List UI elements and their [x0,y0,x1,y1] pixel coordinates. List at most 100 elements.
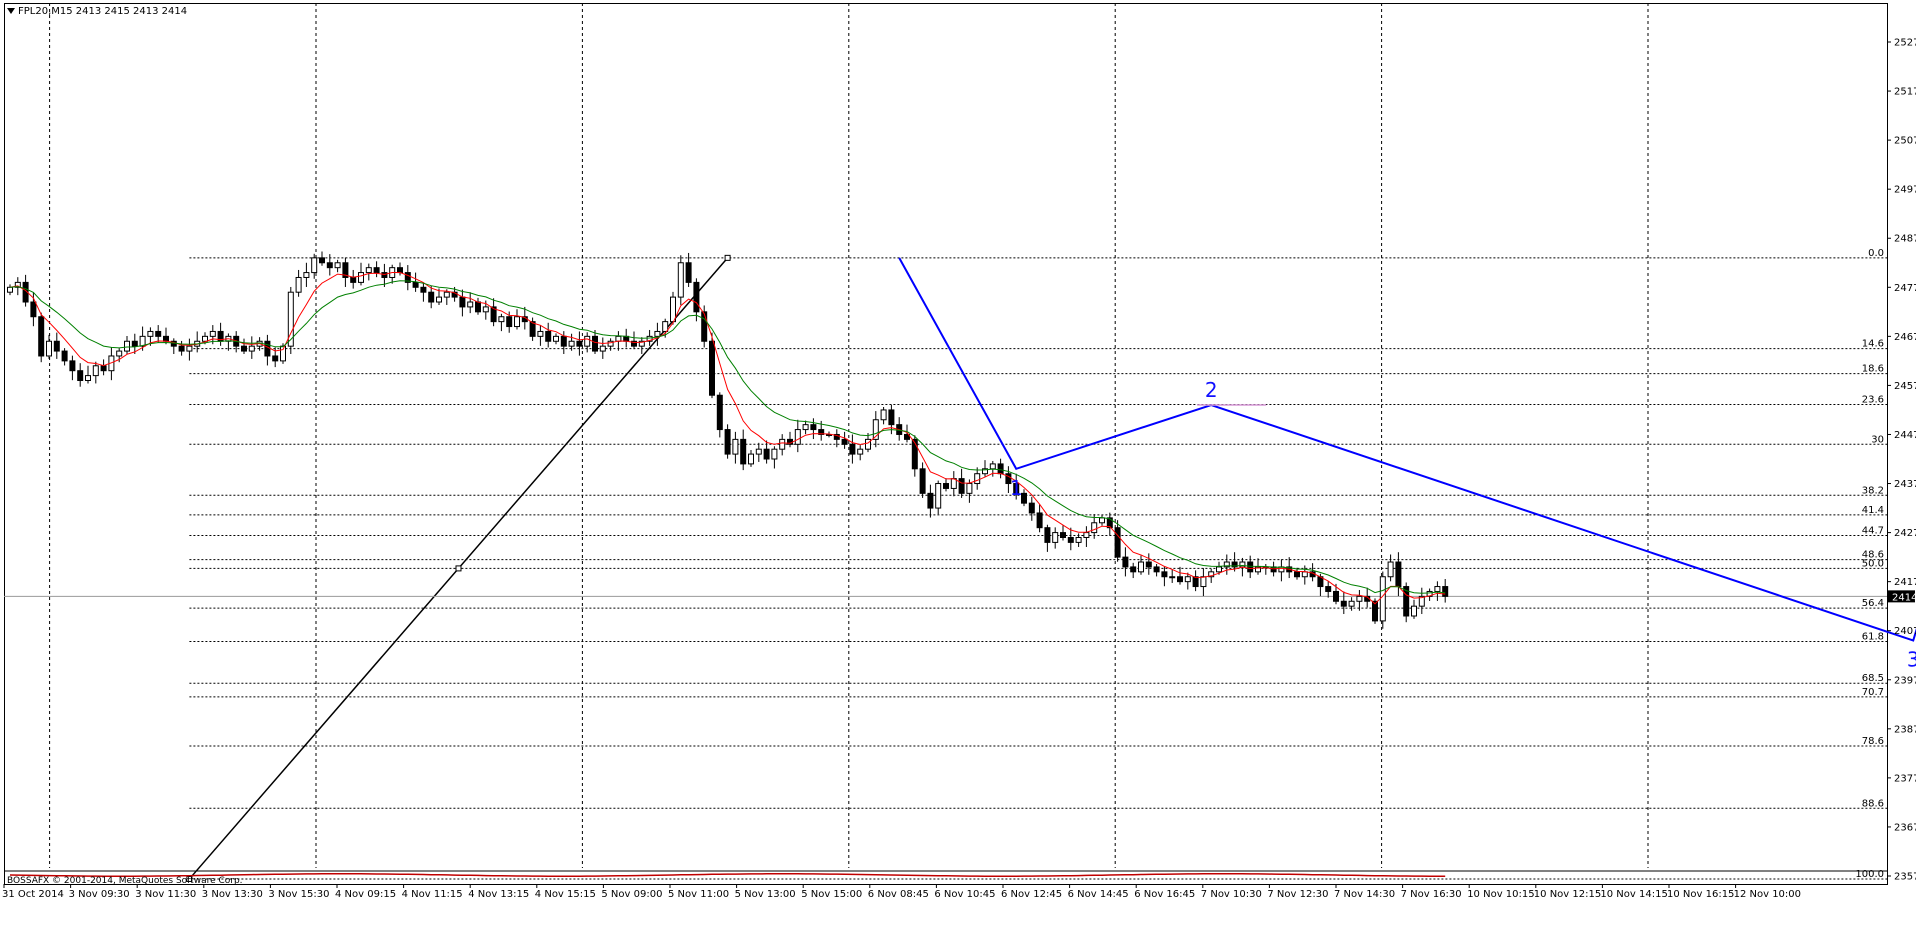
candle-body [724,429,731,455]
candle-body [116,350,123,357]
candle-body [716,394,723,431]
fib-level-label: 0.0 [1868,248,1884,259]
candle-body [1130,566,1137,573]
fib-level-label: 61.8 [1862,631,1884,642]
candle-body [264,340,271,357]
candle-body [1075,536,1082,543]
candle-body [514,316,520,328]
candle-body [958,478,965,494]
price-axis-label: 2497 [1894,185,1916,196]
candle-body [802,424,809,431]
time-axis-label: 5 Nov 13:00 [735,889,796,900]
fib-level-label: 50.0 [1862,558,1884,569]
candle-body [779,438,786,450]
fib-anchor-handle[interactable] [724,254,731,261]
candle-body [506,316,513,328]
candle-body [459,296,466,308]
candle-body [1239,561,1246,568]
time-axis-label: 12 Nov 10:00 [1734,889,1801,900]
fib-anchor-handle[interactable] [455,565,462,572]
candle-body [701,311,708,342]
candle-body [1145,561,1152,568]
candle-body [1060,532,1066,538]
time-axis-label: 10 Nov 12:15 [1534,889,1601,900]
candle-body [397,267,403,274]
time-axis-label: 6 Nov 12:45 [1001,889,1062,900]
candle-body [280,345,286,362]
candle-body [935,483,942,509]
candle-body [373,267,380,274]
candle-body [810,424,817,431]
candle-body [1348,600,1355,607]
candle-body [1395,561,1402,588]
time-axis-label: 3 Nov 11:30 [135,889,196,900]
candle-body [974,473,981,485]
candle-body [124,340,130,352]
candle-body [38,316,45,357]
candle-body [1294,571,1300,578]
candle-body [1434,586,1441,592]
fib-level-label: 38.2 [1862,485,1884,496]
candle-body [1192,576,1199,588]
price-axis-label: 2417 [1894,577,1916,588]
time-axis-label: 7 Nov 16:30 [1401,889,1462,900]
time-axis-label: 10 Nov 10:15 [1467,889,1534,900]
candle-body [599,345,606,352]
chart-background [0,0,1916,926]
candle-body [1340,600,1347,607]
time-axis-label: 7 Nov 10:30 [1201,889,1262,900]
candle-body [420,286,427,293]
candle-body [381,272,388,278]
time-axis-label: 7 Nov 12:30 [1267,889,1328,900]
candle-body [927,492,934,509]
candle-body [69,360,76,372]
fib-level-label: 78.6 [1862,736,1884,747]
candle-body [358,272,364,283]
symbol-header: FPL20,M15 2413 2415 2413 2414 [18,6,187,17]
candle-body [1387,561,1394,578]
candle-body [350,276,357,283]
candle-body [1379,576,1386,622]
time-axis-label: 5 Nov 11:00 [668,889,729,900]
fib-level-label: 44.7 [1862,526,1884,537]
price-axis-label: 2517 [1894,87,1916,98]
candle-body [1301,571,1308,578]
candle-body [1028,502,1035,514]
candle-body [888,409,895,426]
candle-body [1325,586,1332,592]
candle-body [1044,527,1051,543]
candle-body [1333,590,1339,602]
candle-body [732,438,739,455]
fib-level-label: 41.4 [1862,505,1884,516]
wave-label: 1 [1010,476,1023,500]
candle-body [475,301,481,313]
price-axis-label: 2397 [1894,675,1916,686]
candle-body [1153,566,1160,573]
candle-body [77,370,84,382]
price-axis-label: 2407 [1894,626,1916,637]
candle-body [755,448,762,455]
candle-body [1411,605,1417,617]
candle-body [311,257,318,274]
candle-body [857,448,864,455]
candle-body [178,345,185,352]
candle-body [1138,561,1144,573]
fib-level-label: 18.6 [1862,364,1884,375]
candle-body [1099,517,1105,524]
wave-label: 2 [1205,378,1218,402]
candle-body [53,340,60,352]
candle-body [1177,576,1183,583]
price-axis-label: 2467 [1894,332,1916,343]
subwindow-copyright: BOSSAFX © 2001-2014, MetaQuotes Software… [7,876,243,886]
candle-body [428,291,435,303]
time-axis-label: 4 Nov 11:15 [402,889,463,900]
price-axis-label: 2387 [1894,724,1916,735]
candle-body [365,267,372,274]
candle-body [1091,522,1098,534]
candle-body [334,262,341,269]
price-chart[interactable]: 0.014.618.623.63038.241.444.748.650.056.… [0,0,1916,926]
candle-body [1114,527,1121,558]
candle-body [1356,595,1363,602]
candle-body [1122,556,1129,568]
price-axis-label: 2507 [1894,136,1916,147]
